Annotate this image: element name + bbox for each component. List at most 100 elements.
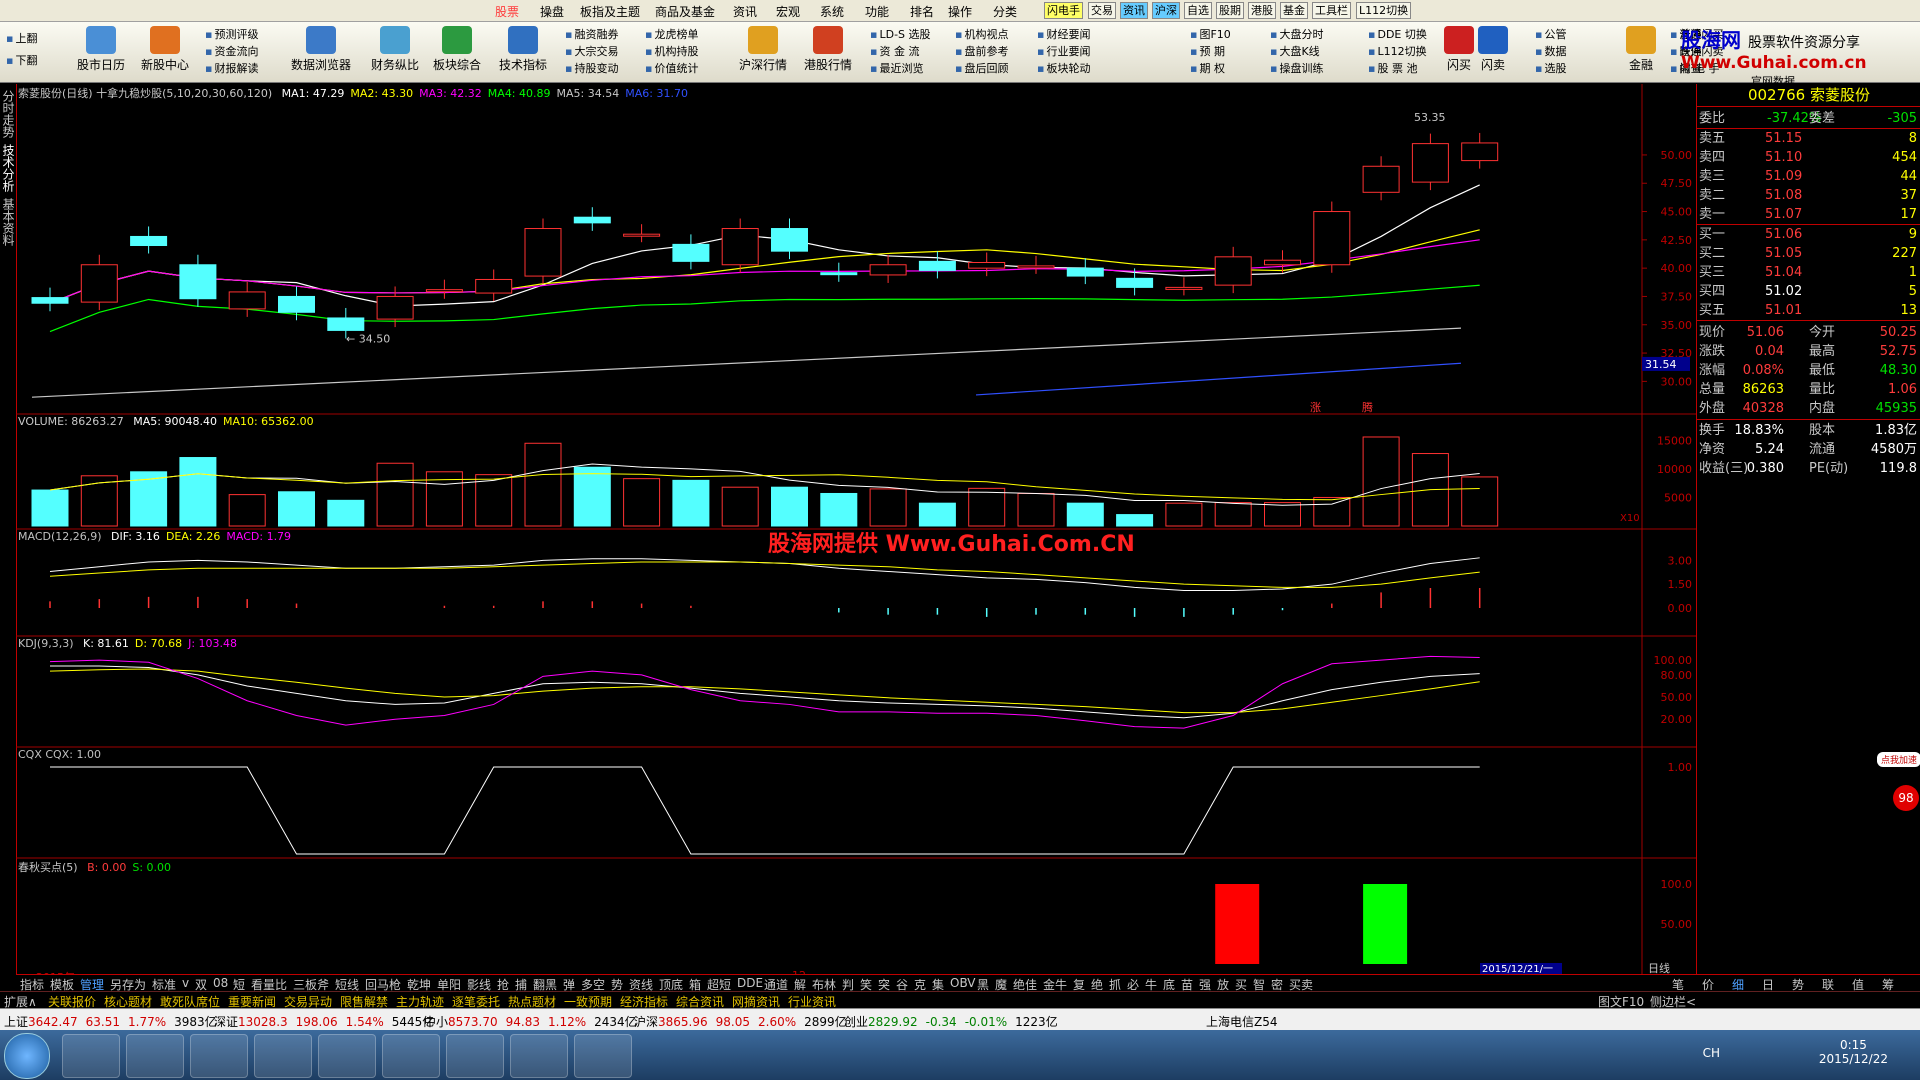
menu-5[interactable]: 宏观: [776, 3, 800, 20]
tab-fundamentals[interactable]: 基本资料: [1, 198, 15, 246]
start-button[interactable]: [4, 1033, 50, 1079]
toolbar-link-16[interactable]: 行业要闻: [1037, 43, 1090, 59]
toolbar-link-14[interactable]: 盘后回顾: [955, 60, 1008, 76]
toolbar-link-22[interactable]: 大盘K线: [1270, 43, 1319, 59]
taskbar-app-1[interactable]: [62, 1034, 120, 1078]
toolbar-link-9[interactable]: LD-S 选股: [870, 26, 930, 42]
bid-row-1-label: 买二: [1699, 246, 1726, 261]
menu-chip-9[interactable]: L112切换: [1356, 2, 1412, 19]
tab-intraday[interactable]: 分时走势: [1, 90, 15, 138]
tab-technical[interactable]: 技术分析: [1, 144, 15, 192]
index-item-2[interactable]: 中小8573.70 94.83 1.12% 2434亿: [424, 1013, 637, 1030]
ask-row-4[interactable]: 卖一 51.07 17: [1697, 205, 1920, 224]
toolbar-link-13[interactable]: 盘前参考: [955, 43, 1008, 59]
toolbar-button-1[interactable]: 新股中心: [134, 24, 196, 80]
ask-row-0[interactable]: 卖五 51.15 8: [1697, 129, 1920, 148]
taskbar-app-browser[interactable]: [318, 1034, 376, 1078]
toolbar-link-8[interactable]: 价值统计: [645, 60, 698, 76]
bid-row-3[interactable]: 买四 51.02 5: [1697, 282, 1920, 301]
toolbar-button-2[interactable]: 数据浏览器: [290, 24, 352, 80]
toolbar-button-10[interactable]: 金融: [1610, 24, 1672, 80]
toolbar-link-1[interactable]: 资金流向: [205, 43, 258, 59]
taskbar-app-6[interactable]: [446, 1034, 504, 1078]
taskbar-app-ie[interactable]: [126, 1034, 184, 1078]
input-lang[interactable]: CH: [1703, 1046, 1720, 1060]
toolbar-link-6[interactable]: 龙虎榜单: [645, 26, 698, 42]
toolbar-button-9[interactable]: 闪卖: [1462, 24, 1524, 80]
menu-chip-8[interactable]: 工具栏: [1312, 2, 1351, 19]
index-item-1[interactable]: 深证13028.3 198.06 1.54% 5445亿: [214, 1013, 434, 1030]
index-item-3[interactable]: 沪深3865.96 98.05 2.60% 2899亿: [634, 1013, 847, 1030]
menu-chip-3[interactable]: 沪深: [1152, 2, 1180, 19]
menu-3[interactable]: 商品及基金: [655, 3, 715, 20]
toolbar-link-20[interactable]: 期 权: [1190, 60, 1225, 76]
toolbar-link-10[interactable]: 资 金 流: [870, 43, 919, 59]
menu-8[interactable]: 排名: [910, 3, 934, 20]
taskbar-app-wps[interactable]: [254, 1034, 312, 1078]
promo-speed-badge[interactable]: 点我加速 98: [1877, 752, 1920, 840]
taskbar-app-5[interactable]: [382, 1034, 440, 1078]
toolbar-button-3[interactable]: 财务纵比: [364, 24, 426, 80]
toolbar-link-29[interactable]: 选股: [1535, 60, 1566, 76]
taskbar-app-explorer[interactable]: [190, 1034, 248, 1078]
toolbar-link-3[interactable]: 融资融券: [565, 26, 618, 42]
toolbar-link-28[interactable]: 数据: [1535, 43, 1566, 59]
toolbar-link-21[interactable]: 大盘分时: [1270, 26, 1323, 42]
ask-row-3[interactable]: 卖二 51.08 37: [1697, 186, 1920, 205]
indicator-tab-36[interactable]: OBV: [950, 976, 976, 990]
indicator-tab-26[interactable]: DDE: [737, 976, 763, 990]
menu-chip-7[interactable]: 基金: [1280, 2, 1308, 19]
server-name[interactable]: 上海电信Z54: [1206, 1013, 1278, 1030]
toolbar-link-2[interactable]: 财报解读: [205, 60, 258, 76]
toolbar-link-7[interactable]: 机构持股: [645, 43, 698, 59]
indicator-tab-5[interactable]: v: [182, 976, 189, 990]
menu-4[interactable]: 资讯: [733, 3, 757, 20]
ask-row-1[interactable]: 卖四 51.10 454: [1697, 148, 1920, 167]
toolbar-button-4[interactable]: 板块综合: [426, 24, 488, 80]
menu-chip-0[interactable]: 闪电手: [1044, 2, 1083, 19]
toolbar-link-4[interactable]: 大宗交易: [565, 43, 618, 59]
toolbar-link-24[interactable]: DDE 切换: [1368, 26, 1426, 42]
menu-7[interactable]: 功能: [865, 3, 889, 20]
toolbar-link-26[interactable]: 股 票 池: [1368, 60, 1417, 76]
taskbar-app-8[interactable]: [574, 1034, 632, 1078]
toolbar-link-11[interactable]: 最近浏览: [870, 60, 923, 76]
menu-2[interactable]: 板指及主题: [580, 3, 640, 20]
toolbar-link-19[interactable]: 预 期: [1190, 43, 1225, 59]
menu-9[interactable]: 操作: [948, 3, 972, 20]
toolbar-button-6[interactable]: 沪深行情: [732, 24, 794, 80]
toolbar-button-5[interactable]: 技术指标: [492, 24, 554, 80]
toolbar-button-0[interactable]: 股市日历: [70, 24, 132, 80]
menu-chip-6[interactable]: 港股: [1248, 2, 1276, 19]
toolbar-link-27[interactable]: 公管: [1535, 26, 1566, 42]
bid-row-2[interactable]: 买三 51.04 1: [1697, 263, 1920, 282]
chart-area[interactable]: 50.00 47.50 45.00 42.50 40.00 37.50 35.00 32.50…: [16, 84, 1696, 984]
page-nav-0[interactable]: 上翻: [6, 30, 37, 46]
taskbar-app-7[interactable]: [510, 1034, 568, 1078]
toolbar-link-18[interactable]: 图F10: [1190, 26, 1230, 42]
indicator-tab-7[interactable]: 08: [213, 976, 228, 990]
toolbar-link-5[interactable]: 持股变动: [565, 60, 618, 76]
toolbar-link-23[interactable]: 操盘训练: [1270, 60, 1323, 76]
bid-row-4[interactable]: 买五 51.01 13: [1697, 301, 1920, 320]
bid-row-0[interactable]: 买一 51.06 9: [1697, 225, 1920, 244]
toolbar-link-12[interactable]: 机构视点: [955, 26, 1008, 42]
menu-chip-1[interactable]: 交易: [1088, 2, 1116, 19]
menu-chip-2[interactable]: 资讯: [1120, 2, 1148, 19]
menu-chip-5[interactable]: 股期: [1216, 2, 1244, 19]
menu-6[interactable]: 系统: [820, 3, 844, 20]
ask-row-2[interactable]: 卖三 51.09 44: [1697, 167, 1920, 186]
index-item-4[interactable]: 创业2829.92 -0.34 -0.01% 1223亿: [844, 1013, 1058, 1030]
menu-0[interactable]: 股票: [495, 3, 519, 20]
bid-row-1[interactable]: 买二 51.05 227: [1697, 244, 1920, 263]
toolbar-link-15[interactable]: 财经要闻: [1037, 26, 1090, 42]
index-item-0[interactable]: 上证3642.47 63.51 1.77% 3983亿: [4, 1013, 217, 1030]
menu-10[interactable]: 分类: [993, 3, 1017, 20]
toolbar-link-17[interactable]: 板块轮动: [1037, 60, 1090, 76]
toolbar-button-7[interactable]: 港股行情: [797, 24, 859, 80]
menu-chip-4[interactable]: 自选: [1184, 2, 1212, 19]
menu-1[interactable]: 操盘: [540, 3, 564, 20]
page-nav-1[interactable]: 下翻: [6, 52, 37, 68]
toolbar-link-0[interactable]: 预测评级: [205, 26, 258, 42]
toolbar-link-25[interactable]: L112切换: [1368, 43, 1426, 59]
